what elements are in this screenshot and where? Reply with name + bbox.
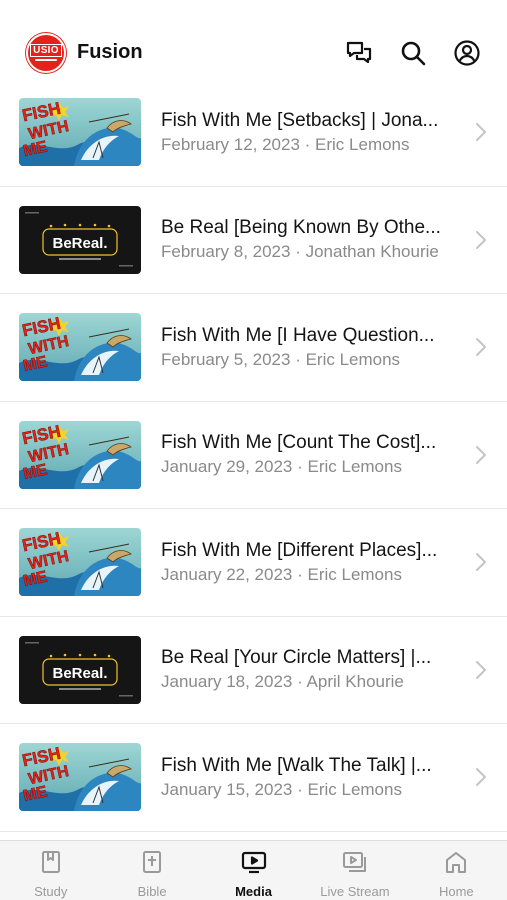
bottom-tab-bar: Study Bible Media Live Stream Home (0, 840, 507, 900)
tab-label: Home (438, 884, 474, 899)
media-item-text: Fish With Me [Count The Cost]... January … (161, 431, 461, 478)
header-actions (345, 39, 481, 67)
media-item-text: Be Real [Being Known By Othe... February … (161, 216, 461, 263)
svg-text:BeReal.: BeReal. (52, 235, 107, 252)
tab-bible[interactable]: Bible (101, 841, 202, 900)
home-icon (443, 849, 469, 880)
live-stream-icon (342, 849, 368, 880)
tab-study[interactable]: Study (0, 841, 101, 900)
fish-with-me-series-thumbnail: FISH WITH ME (19, 528, 141, 597)
media-item-date-speaker: January 18, 2023 · April Khourie (161, 672, 404, 692)
profile-icon[interactable] (453, 39, 481, 67)
search-icon[interactable] (399, 39, 427, 67)
media-item-title: Fish With Me [Walk The Talk] |... (161, 754, 432, 776)
media-item-title: Be Real [Being Known By Othe... (161, 217, 441, 239)
media-item-title: Fish With Me [Different Places]... (161, 539, 438, 561)
logo-underline (35, 59, 57, 61)
chevron-right-icon (474, 766, 488, 788)
svg-text:BeReal.: BeReal. (52, 665, 107, 682)
media-item-title: Fish With Me [Setbacks] | Jona... (161, 109, 439, 131)
media-list-item[interactable]: BeReal. Be Real [Your Circle Matters] |.… (0, 617, 507, 724)
bereal-series-thumbnail: BeReal. (19, 635, 141, 704)
media-item-date-speaker: January 15, 2023 · Eric Lemons (161, 779, 402, 799)
tab-label: Bible (137, 884, 167, 899)
logo-text: USIO (30, 44, 62, 57)
tab-label: Live Stream (320, 884, 390, 899)
media-item-title: Be Real [Your Circle Matters] |... (161, 647, 432, 669)
tab-home[interactable]: Home (406, 841, 507, 900)
bereal-series-thumbnail: BeReal. (19, 205, 141, 274)
media-item-title: Fish With Me [I Have Question... (161, 324, 435, 346)
fish-with-me-series-thumbnail: FISH WITH ME (19, 743, 141, 812)
media-item-date-speaker: February 8, 2023 · Jonathan Khourie (161, 242, 439, 262)
media-item-date-speaker: February 12, 2023 · Eric Lemons (161, 134, 410, 154)
tab-label: Media (235, 884, 272, 899)
chat-icon[interactable] (345, 39, 373, 67)
media-item-title: Fish With Me [Count The Cost]... (161, 432, 437, 454)
fish-with-me-series-thumbnail: FISH WITH ME (19, 313, 141, 382)
media-list-item[interactable]: BeReal. Be Real [Being Known By Othe... F… (0, 187, 507, 294)
media-item-text: Be Real [Your Circle Matters] |... Januar… (161, 646, 461, 693)
tab-live-stream[interactable]: Live Stream (304, 841, 405, 900)
media-list: FISH WITH ME Fish With Me [Setbacks] | J… (0, 79, 507, 832)
app-title: Fusion (77, 41, 143, 63)
chevron-right-icon (474, 444, 488, 466)
media-item-date-speaker: February 5, 2023 · Eric Lemons (161, 349, 401, 369)
fish-with-me-series-thumbnail: FISH WITH ME (19, 420, 141, 489)
brand-logo[interactable]: USIO (26, 32, 66, 73)
media-item-text: Fish With Me [I Have Question... February… (161, 324, 461, 371)
media-item-text: Fish With Me [Setbacks] | Jona... Februar… (161, 109, 461, 156)
chevron-right-icon (474, 229, 488, 251)
media-item-text: Fish With Me [Walk The Talk] |... January… (161, 754, 461, 801)
bible-icon (139, 849, 165, 880)
media-item-date-speaker: January 29, 2023 · Eric Lemons (161, 457, 402, 477)
media-list-item[interactable]: FISH WITH ME Fish With Me [Walk The Talk… (0, 724, 507, 832)
tv-icon (241, 849, 267, 880)
media-list-item[interactable]: FISH WITH ME Fish With Me [Different Pla… (0, 509, 507, 617)
media-item-text: Fish With Me [Different Places]... Januar… (161, 539, 461, 586)
media-list-item[interactable]: FISH WITH ME Fish With Me [I Have Questi… (0, 294, 507, 402)
fish-with-me-series-thumbnail: FISH WITH ME (19, 98, 141, 167)
chevron-right-icon (474, 336, 488, 358)
app-root: USIO Fusion FISH WITH ME Fish With Me [S… (0, 0, 507, 900)
tab-media[interactable]: Media (203, 841, 304, 900)
media-list-item[interactable]: FISH WITH ME Fish With Me [Setbacks] | J… (0, 79, 507, 187)
media-item-date-speaker: January 22, 2023 · Eric Lemons (161, 564, 402, 584)
book-icon (38, 849, 64, 880)
chevron-right-icon (474, 121, 488, 143)
tab-label: Study (34, 884, 68, 899)
chevron-right-icon (474, 551, 488, 573)
chevron-right-icon (474, 659, 488, 681)
media-list-item[interactable]: FISH WITH ME Fish With Me [Count The Cos… (0, 402, 507, 509)
